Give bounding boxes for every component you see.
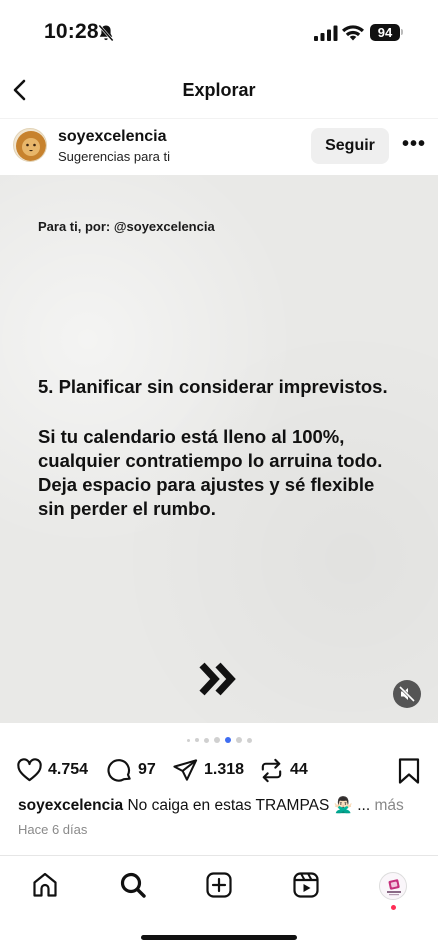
tab-home[interactable] [30, 870, 60, 900]
carousel-dot [203, 737, 209, 743]
post-body-line: sin perder el rumbo. [38, 498, 216, 519]
caption-more-link[interactable]: más [370, 797, 403, 814]
battery-indicator: 94 [370, 24, 400, 41]
comment-button[interactable]: 97 [106, 755, 156, 785]
create-icon [206, 872, 232, 898]
post-credit: Para ti, por: @soyexcelencia [38, 219, 215, 234]
avatar[interactable] [13, 128, 47, 162]
carousel-dot [194, 738, 199, 742]
battery-tip [401, 29, 403, 35]
post-image[interactable]: Para ti, por: @soyexcelencia 5. Planific… [0, 175, 438, 723]
status-time: 10:28 [44, 20, 99, 43]
profile-icon [387, 879, 401, 896]
carousel-dot [186, 738, 190, 742]
post-body-line: cualquier contratiempo lo arruina todo. [38, 450, 383, 471]
carousel-dot [213, 737, 220, 743]
bookmark-icon[interactable] [396, 757, 422, 785]
reels-icon [293, 872, 319, 898]
carousel-dot-active [224, 737, 231, 743]
repost-icon [261, 758, 282, 782]
carousel-indicator [0, 735, 438, 745]
notification-dot [391, 905, 396, 910]
caption-text: No caiga en estas TRAMPAS 🙅🏻‍♂️ ... [123, 797, 371, 814]
post-header: soyexcelencia Sugerencias para ti Seguir… [0, 118, 438, 174]
tab-reels[interactable] [291, 870, 321, 900]
page-title: Explorar [182, 80, 256, 100]
tab-create[interactable] [204, 870, 234, 900]
post-date: Hace 6 días [18, 822, 88, 837]
status-bar: 10:28 94 [0, 0, 438, 60]
post-username[interactable]: soyexcelencia [58, 128, 167, 146]
send-icon [173, 758, 198, 781]
share-button[interactable]: 1.318 [172, 755, 244, 785]
wifi-icon [342, 25, 364, 41]
mute-button[interactable] [393, 680, 421, 708]
heart-icon [17, 757, 42, 781]
tab-profile[interactable] [379, 872, 407, 900]
more-icon[interactable]: ••• [400, 133, 428, 159]
nav-header: Explorar [0, 68, 438, 112]
repost-count: 44 [290, 761, 308, 778]
carousel-dot [235, 737, 242, 743]
post-body: Si tu calendario está lleno al 100%, cua… [38, 425, 418, 521]
bell-off-icon [98, 24, 114, 42]
caption-username[interactable]: soyexcelencia [18, 797, 123, 814]
repost-button[interactable]: 44 [258, 755, 308, 785]
post-heading: 5. Planificar sin considerar imprevistos… [38, 376, 388, 397]
like-count: 4.754 [48, 761, 89, 778]
mute-icon [398, 685, 416, 703]
post-body-line: Deja espacio para ajustes y sé flexible [38, 474, 375, 495]
action-bar: 4.754 97 1.318 44 [0, 755, 438, 787]
post-caption[interactable]: soyexcelencia No caiga en estas TRAMPAS … [18, 796, 428, 815]
post-body-line: Si tu calendario está lleno al 100%, [38, 426, 345, 447]
bottom-tab-bar [0, 855, 438, 915]
signal-icon [314, 25, 338, 41]
share-count: 1.318 [204, 761, 245, 778]
like-button[interactable]: 4.754 [16, 755, 88, 785]
home-icon [33, 872, 57, 897]
follow-button[interactable]: Seguir [311, 128, 389, 164]
post-subtitle: Sugerencias para ti [58, 149, 171, 164]
comment-icon [107, 758, 131, 782]
chevrons-icon [199, 662, 236, 696]
carousel-dot [246, 737, 252, 743]
comment-count: 97 [138, 761, 156, 778]
lion-logo-icon [16, 131, 46, 161]
tab-search[interactable] [118, 870, 148, 900]
search-icon [120, 872, 146, 898]
home-indicator [141, 935, 297, 940]
